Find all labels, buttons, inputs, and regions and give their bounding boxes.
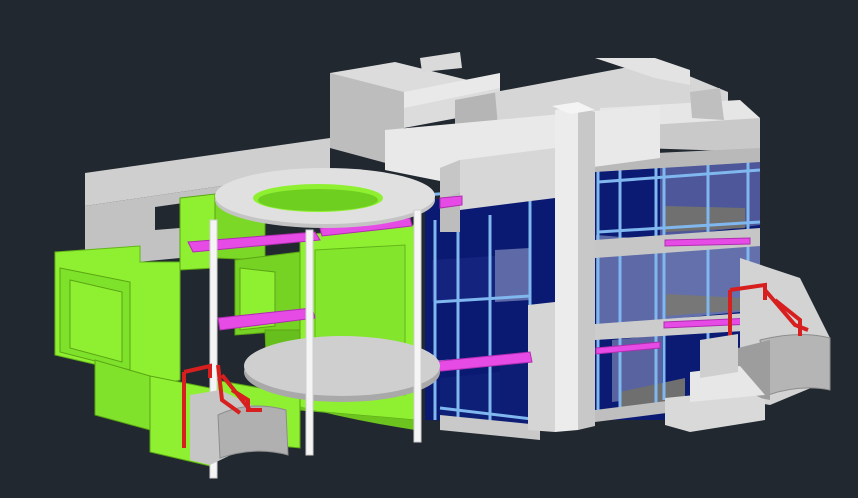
house-model [54,52,831,479]
cad-3d-viewport[interactable] [0,0,858,498]
